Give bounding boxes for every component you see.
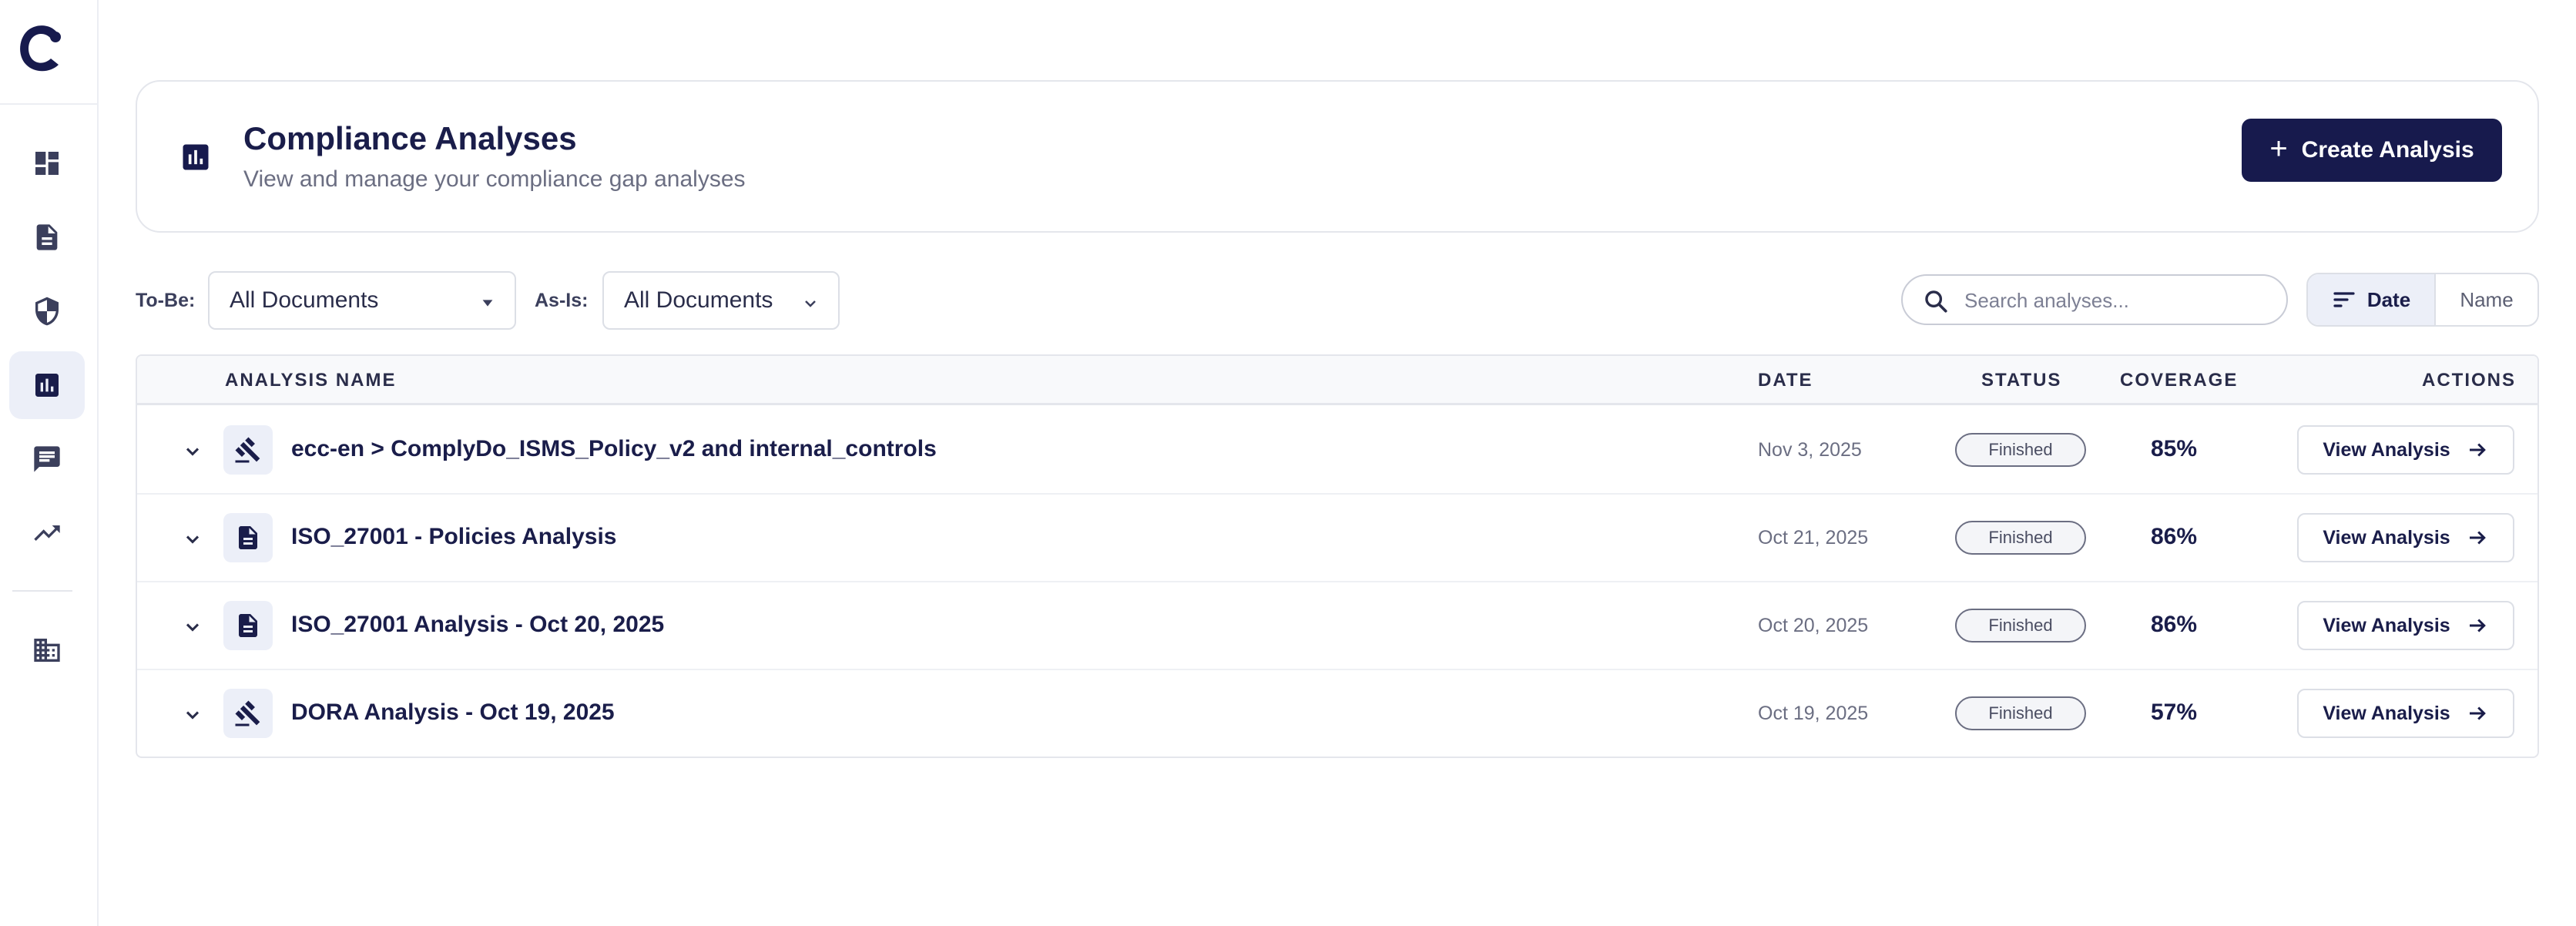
to-be-label: To-Be: <box>136 290 196 311</box>
as-is-select-value: All Documents <box>624 287 773 313</box>
view-analysis-label: View Analysis <box>2323 438 2450 461</box>
view-analysis-label: View Analysis <box>2323 702 2450 724</box>
page-title: Compliance Analyses <box>243 120 577 156</box>
table-header: ANALYSIS NAME DATE STATUS COVERAGE ACTIO… <box>137 356 2537 405</box>
expand-chevron-icon[interactable] <box>182 528 203 550</box>
expand-chevron-icon[interactable] <box>182 616 203 638</box>
document-icon <box>36 224 58 250</box>
arrow-right-icon <box>2469 443 2486 457</box>
shield-icon <box>35 297 59 326</box>
analysis-name[interactable]: ISO_27001 - Policies Analysis <box>291 524 616 550</box>
building-icon <box>34 639 60 662</box>
table-row: ecc-en > ComplyDo_ISMS_Policy_v2 and int… <box>137 407 2537 495</box>
coverage-value: 57% <box>2151 700 2198 725</box>
create-analysis-button[interactable]: + Create Analysis <box>2242 119 2502 182</box>
page-subtitle: View and manage your compliance gap anal… <box>243 166 746 192</box>
arrow-right-icon <box>2469 706 2486 720</box>
bar-chart-icon <box>183 144 209 170</box>
status-badge: Finished <box>1955 609 2086 642</box>
sidebar-item-organization[interactable] <box>9 616 85 684</box>
app: Compliance Analyses View and manage your… <box>0 0 2576 926</box>
column-header-coverage: COVERAGE <box>2120 370 2239 391</box>
sidebar <box>0 0 99 926</box>
table-row: ISO_27001 Analysis - Oct 20, 2025 Oct 20… <box>137 582 2537 670</box>
sort-toggle: Date Name <box>2306 273 2539 327</box>
arrow-right-icon <box>2469 531 2486 545</box>
expand-chevron-icon[interactable] <box>182 704 203 726</box>
sidebar-separator <box>12 590 72 592</box>
gavel-icon <box>235 437 260 463</box>
status-badge: Finished <box>1955 433 2086 467</box>
coverage-value: 86% <box>2151 524 2198 549</box>
arrow-right-icon <box>2469 619 2486 632</box>
plus-icon: + <box>2269 132 2288 166</box>
row-type-badge <box>223 689 273 738</box>
sort-date-label: Date <box>2366 287 2411 311</box>
status-badge: Finished <box>1955 521 2086 555</box>
sort-name-label: Name <box>2460 287 2514 311</box>
trending-up-icon <box>34 525 60 541</box>
column-header-date: DATE <box>1758 370 1813 391</box>
sidebar-item-security[interactable] <box>9 277 85 345</box>
search-icon <box>1925 290 1947 313</box>
as-is-label: As-Is: <box>535 290 589 311</box>
view-analysis-button[interactable]: View Analysis <box>2297 425 2514 475</box>
sidebar-item-chat[interactable] <box>9 425 85 493</box>
view-analysis-label: View Analysis <box>2323 526 2450 549</box>
coverage-value: 86% <box>2151 612 2198 637</box>
expand-chevron-icon[interactable] <box>182 441 203 462</box>
view-analysis-button[interactable]: View Analysis <box>2297 689 2514 738</box>
analysis-name[interactable]: DORA Analysis - Oct 19, 2025 <box>291 700 615 726</box>
analysis-name[interactable]: ISO_27001 Analysis - Oct 20, 2025 <box>291 612 664 638</box>
row-type-badge <box>223 513 273 562</box>
table-row: DORA Analysis - Oct 19, 2025 Oct 19, 202… <box>137 670 2537 757</box>
search-box <box>1901 274 2288 325</box>
status-badge: Finished <box>1955 696 2086 730</box>
to-be-select[interactable]: All Documents <box>208 271 516 330</box>
sort-by-date-button[interactable]: Date <box>2308 274 2436 325</box>
sidebar-item-dashboard[interactable] <box>9 129 85 197</box>
column-header-name: ANALYSIS NAME <box>225 370 397 391</box>
c-logo-icon[interactable] <box>17 22 66 74</box>
row-type-badge <box>223 425 273 475</box>
gavel-icon <box>235 700 260 726</box>
column-header-actions: ACTIONS <box>2422 370 2516 391</box>
row-type-badge <box>223 601 273 650</box>
analysis-date: Oct 20, 2025 <box>1758 615 1869 636</box>
chevron-down-icon <box>805 300 816 307</box>
column-header-status: STATUS <box>1981 370 2062 391</box>
analysis-date: Oct 21, 2025 <box>1758 527 1869 549</box>
search-input[interactable] <box>1964 284 2272 317</box>
analysis-date: Oct 19, 2025 <box>1758 703 1869 724</box>
analysis-name[interactable]: ecc-en > ComplyDo_ISMS_Policy_v2 and int… <box>291 436 937 462</box>
sidebar-item-documents[interactable] <box>9 203 85 271</box>
coverage-value: 85% <box>2151 436 2198 461</box>
sidebar-divider <box>0 103 97 105</box>
view-analysis-button[interactable]: View Analysis <box>2297 513 2514 562</box>
view-analysis-label: View Analysis <box>2323 614 2450 636</box>
as-is-select[interactable]: All Documents <box>602 271 840 330</box>
document-icon <box>239 526 257 549</box>
sidebar-item-trends[interactable] <box>9 499 85 567</box>
document-icon <box>239 614 257 637</box>
bar-chart-icon <box>35 374 59 397</box>
page-header-card: Compliance Analyses View and manage your… <box>136 80 2539 233</box>
table-row: ISO_27001 - Policies Analysis Oct 21, 20… <box>137 495 2537 582</box>
analysis-date: Nov 3, 2025 <box>1758 439 1862 461</box>
analyses-table: ANALYSIS NAME DATE STATUS COVERAGE ACTIO… <box>136 354 2539 758</box>
sort-by-name-button[interactable]: Name <box>2436 274 2537 325</box>
view-analysis-button[interactable]: View Analysis <box>2297 601 2514 650</box>
sidebar-item-analyses[interactable] <box>9 351 85 419</box>
caret-down-icon <box>482 300 493 307</box>
sort-icon <box>2333 292 2355 307</box>
create-analysis-label: Create Analysis <box>2301 137 2474 163</box>
chat-icon <box>34 446 60 472</box>
to-be-select-value: All Documents <box>230 287 379 313</box>
dashboard-icon <box>35 152 59 175</box>
